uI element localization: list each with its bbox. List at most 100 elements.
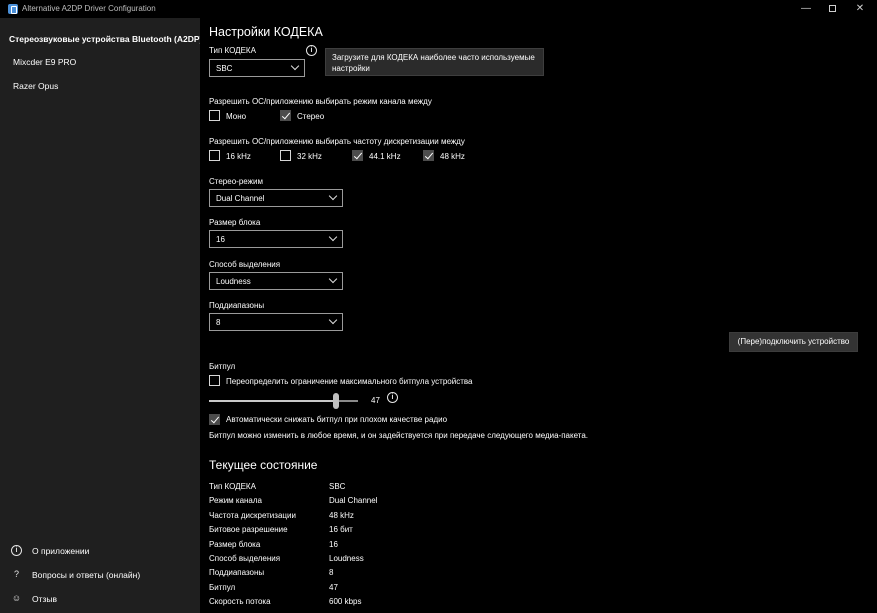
stereo-label: Стерео xyxy=(297,112,325,121)
status-key: Поддиапазоны xyxy=(209,568,265,577)
sidebar: Стереозвуковые устройства Bluetooth (A2D… xyxy=(0,18,203,613)
chevron-down-icon xyxy=(290,61,300,71)
allocation-label: Способ выделения xyxy=(209,260,281,269)
block-size-select[interactable]: 16 xyxy=(209,230,343,248)
sample-rate-32k-label: 32 kHz xyxy=(297,152,322,161)
allocation-select[interactable]: Loudness xyxy=(209,272,343,290)
block-size-label: Размер блока xyxy=(209,218,261,227)
bitpool-label: Битпул xyxy=(209,362,236,371)
codec-label: Тип КОДЕКА xyxy=(209,46,256,55)
sidebar-item-mixcder[interactable]: Mixcder E9 PRO xyxy=(0,51,200,73)
question-icon: ? xyxy=(13,569,19,579)
status-key: Скорость потока xyxy=(209,597,271,606)
status-value: 48 kHz xyxy=(329,511,354,520)
status-value: 16 бит xyxy=(329,525,353,534)
stereo-mode-select[interactable]: Dual Channel xyxy=(209,189,343,207)
about-nav-item[interactable]: i О приложении xyxy=(0,540,200,562)
chevron-down-icon xyxy=(328,315,338,325)
status-row: Размер блока 16 xyxy=(209,540,609,554)
maximize-icon xyxy=(828,4,836,12)
sample-rate-44k-checkbox[interactable] xyxy=(352,150,363,161)
status-row: Режим канала Dual Channel xyxy=(209,496,609,510)
block-size-value: 16 xyxy=(216,235,225,244)
channel-mode-label: Разрешить ОС/приложению выбирать режим к… xyxy=(209,97,432,106)
sidebar-item-label: Razer Opus xyxy=(13,81,59,91)
feedback-icon: ☺ xyxy=(11,593,22,603)
sample-rate-label: Разрешить ОС/приложению выбирать частоту… xyxy=(209,137,465,146)
status-value: Loudness xyxy=(329,554,364,563)
subbands-label: Поддиапазоны xyxy=(209,301,265,310)
status-row: Поддиапазоны 8 xyxy=(209,568,609,582)
app-icon xyxy=(8,4,18,14)
status-value: 16 xyxy=(329,540,338,549)
status-row: Скорость потока 600 kbps xyxy=(209,597,609,611)
status-key: Битовое разрешение xyxy=(209,525,288,534)
status-value: 47 xyxy=(329,583,338,592)
status-key: Размер блока xyxy=(209,540,261,549)
status-value: 8 xyxy=(329,568,334,577)
close-button[interactable]: ✕ xyxy=(850,2,870,16)
status-row: Битпул 47 xyxy=(209,583,609,597)
page-title: Настройки КОДЕКА xyxy=(209,25,323,39)
faq-nav-item[interactable]: ? Вопросы и ответы (онлайн) xyxy=(0,564,200,586)
sample-rate-48k-checkbox[interactable] xyxy=(423,150,434,161)
codec-tooltip: Загрузите для КОДЕКА наиболее часто испо… xyxy=(325,48,544,76)
status-row: Частота дискретизации 48 kHz xyxy=(209,511,609,525)
status-key: Режим канала xyxy=(209,496,262,505)
status-key: Битпул xyxy=(209,583,236,592)
auto-reduce-bitpool-checkbox[interactable] xyxy=(209,414,220,425)
sidebar-item-razer[interactable]: Razer Opus xyxy=(0,75,200,97)
status-value: SBC xyxy=(329,482,346,491)
status-value: 600 kbps xyxy=(329,597,362,606)
minimize-button[interactable]: — xyxy=(796,2,816,16)
reconnect-device-button[interactable]: (Пере)подключить устройство xyxy=(729,332,858,352)
sample-rate-44k-label: 44.1 kHz xyxy=(369,152,401,161)
bitpool-slider[interactable] xyxy=(209,393,358,409)
bitpool-value: 47 xyxy=(371,396,380,405)
codec-info-icon[interactable]: i xyxy=(306,45,317,56)
sample-rate-32k-checkbox[interactable] xyxy=(280,150,291,161)
feedback-nav-item[interactable]: ☺ Отзыв xyxy=(0,588,200,610)
subbands-select[interactable]: 8 xyxy=(209,313,343,331)
stereo-checkbox[interactable] xyxy=(280,110,291,121)
status-row: Способ выделения Loudness xyxy=(209,554,609,568)
about-label: О приложении xyxy=(32,546,90,556)
main-panel: Настройки КОДЕКА Тип КОДЕКА i SBC Загруз… xyxy=(200,18,877,613)
sidebar-item-label: Mixcder E9 PRO xyxy=(13,57,77,67)
chevron-down-icon xyxy=(328,274,338,284)
maximize-button[interactable] xyxy=(822,2,842,16)
current-state-title: Текущее состояние xyxy=(209,458,318,472)
status-key: Способ выделения xyxy=(209,554,281,563)
sidebar-header: Стереозвуковые устройства Bluetooth (A2D… xyxy=(9,34,203,44)
status-key: Частота дискретизации xyxy=(209,511,296,520)
stereo-mode-label: Стерео-режим xyxy=(209,177,263,186)
status-value: Dual Channel xyxy=(329,496,378,505)
bitpool-slider-fill xyxy=(209,400,333,402)
chevron-down-icon xyxy=(328,232,338,242)
status-key: Тип КОДЕКА xyxy=(209,482,256,491)
info-icon: i xyxy=(11,545,22,556)
allocation-value: Loudness xyxy=(216,277,251,286)
bitpool-note: Битпул можно изменить в любое время, и о… xyxy=(209,431,589,440)
bitpool-override-label: Переопределить ограничение максимального… xyxy=(226,377,473,386)
window-title: Alternative A2DP Driver Configuration xyxy=(22,4,156,13)
auto-reduce-bitpool-label: Автоматически снижать битпул при плохом … xyxy=(226,415,448,424)
mono-label: Моно xyxy=(226,112,247,121)
status-row: Битовое разрешение 16 бит xyxy=(209,525,609,539)
title-bar: Alternative A2DP Driver Configuration — … xyxy=(0,0,877,18)
bitpool-info-icon[interactable]: i xyxy=(387,392,398,403)
status-row: Тип КОДЕКА SBC xyxy=(209,482,609,496)
feedback-label: Отзыв xyxy=(32,594,58,604)
bitpool-slider-thumb[interactable] xyxy=(333,393,339,409)
sample-rate-16k-label: 16 kHz xyxy=(226,152,251,161)
chevron-down-icon xyxy=(328,191,338,201)
codec-select-value: SBC xyxy=(216,64,233,73)
bitpool-override-checkbox[interactable] xyxy=(209,375,220,386)
faq-label: Вопросы и ответы (онлайн) xyxy=(32,570,141,580)
subbands-value: 8 xyxy=(216,318,221,327)
codec-select[interactable]: SBC xyxy=(209,59,305,77)
sample-rate-48k-label: 48 kHz xyxy=(440,152,465,161)
sample-rate-16k-checkbox[interactable] xyxy=(209,150,220,161)
mono-checkbox[interactable] xyxy=(209,110,220,121)
stereo-mode-value: Dual Channel xyxy=(216,194,265,203)
